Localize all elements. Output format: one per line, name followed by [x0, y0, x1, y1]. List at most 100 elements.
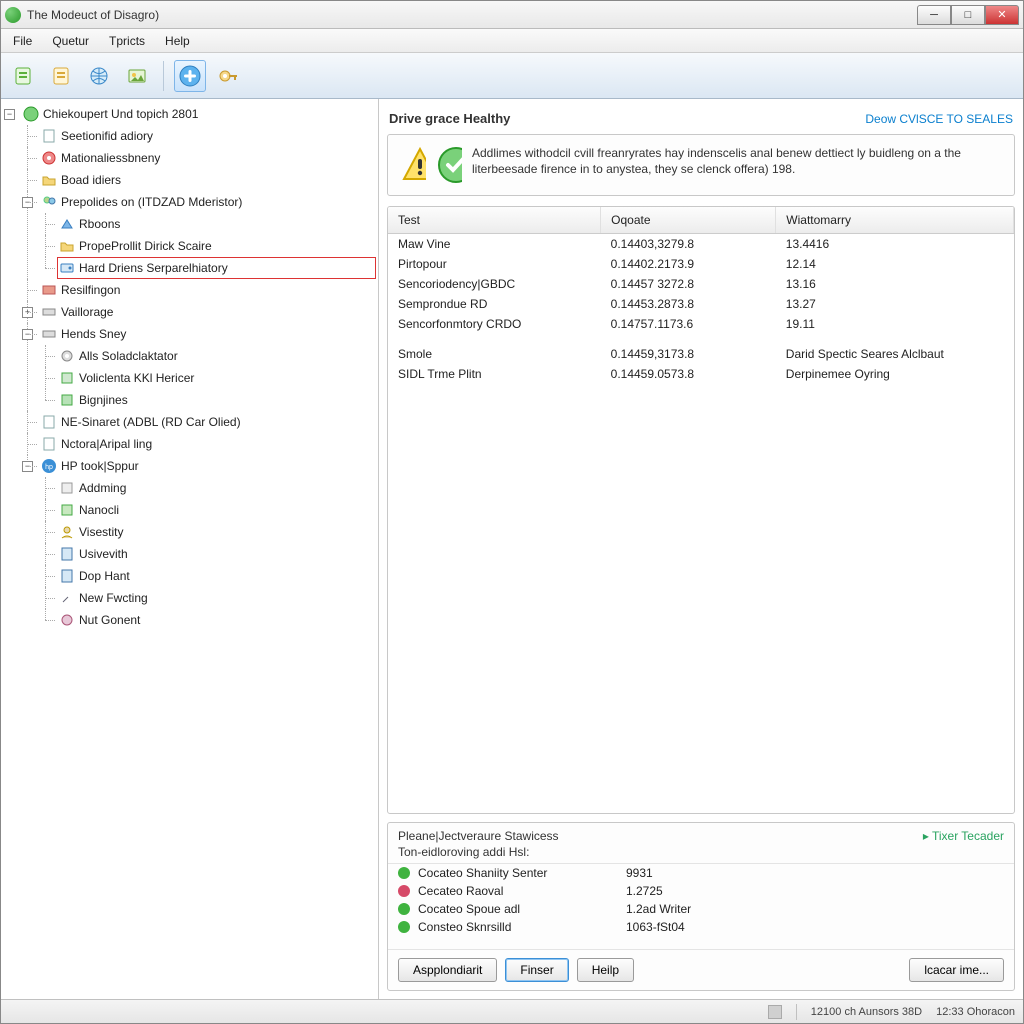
tree-label: Hard Driens Serparelhiatory [79, 257, 228, 279]
menu-quetur[interactable]: Quetur [42, 31, 99, 51]
toolbar-btn-key[interactable] [212, 60, 244, 92]
table-row[interactable]: Pirtopour0.14402.2173.912.14 [388, 254, 1014, 274]
page-icon [41, 128, 57, 144]
expander-icon[interactable]: − [22, 197, 33, 208]
tree-item[interactable]: PropeProllit Dirick Scaire [57, 235, 376, 257]
expander-icon[interactable]: + [22, 307, 33, 318]
app-icon [5, 7, 21, 23]
tree-item[interactable]: Visestity [57, 521, 376, 543]
tree-label: PropeProllit Dirick Scaire [79, 235, 212, 257]
tree-item[interactable]: NE-Sinaret (ADBL (RD Car Olied) [39, 411, 376, 433]
col-test[interactable]: Test [388, 207, 601, 234]
page-icon [41, 436, 57, 452]
table-row[interactable]: Maw Vine0.14403,3279.813.4416 [388, 234, 1014, 255]
tree-item-selected[interactable]: Hard Driens Serparelhiatory [57, 257, 376, 279]
tree-item[interactable]: Voliclenta KKl Hericer [57, 367, 376, 389]
minimize-button[interactable]: ─ [917, 5, 951, 25]
toolbar-btn-3[interactable] [83, 60, 115, 92]
tree-item[interactable]: Usivevith [57, 543, 376, 565]
toolbar-btn-2[interactable] [45, 60, 77, 92]
col-wiattomarry[interactable]: Wiattomarry [776, 207, 1014, 234]
results-table[interactable]: Test Oqoate Wiattomarry Maw Vine0.14403,… [387, 206, 1015, 814]
tree-item[interactable]: Rboons [57, 213, 376, 235]
tree-label: Addming [79, 477, 126, 499]
tree-item[interactable]: Bignjines [57, 389, 376, 411]
tree-item[interactable]: Alls Soladclaktator [57, 345, 376, 367]
doc-blue-icon [59, 568, 75, 584]
menu-help[interactable]: Help [155, 31, 200, 51]
col-oqoate[interactable]: Oqoate [601, 207, 776, 234]
toolbar-btn-4[interactable] [121, 60, 153, 92]
service-row[interactable]: Cocateo Shaniity Senter9931 [388, 864, 1014, 882]
tree-item[interactable]: Resilfingon [39, 279, 376, 301]
tree-label: Usivevith [79, 543, 128, 565]
table-row[interactable]: SIDL Trme Plitn0.14459.0573.8Derpinemee … [388, 364, 1014, 384]
table-row[interactable]: Semprondue RD0.14453.2873.813.27 [388, 294, 1014, 314]
finser-button[interactable]: Finser [505, 958, 568, 982]
green-box-icon [59, 392, 75, 408]
apply-button[interactable]: Aspplondiarit [398, 958, 497, 982]
tree-item[interactable]: hpHP took|Sppur [39, 455, 376, 477]
close-button[interactable]: ✕ [985, 5, 1019, 25]
drive-gray-icon [41, 326, 57, 342]
maximize-button[interactable]: □ [951, 5, 985, 25]
services-list[interactable]: Cocateo Shaniity Senter9931Cecateo Raova… [388, 863, 1014, 949]
service-row[interactable]: Consteo Sknrsilld1063-fSt04 [388, 918, 1014, 936]
tree-item[interactable]: Addming [57, 477, 376, 499]
tree-root[interactable]: Chiekoupert Und topich 2801 [21, 103, 376, 125]
tree-item[interactable]: Nctora|Aripal ling [39, 433, 376, 455]
tree-item[interactable]: Nanocli [57, 499, 376, 521]
titlebar: The Modeuct of Disagro) ─ □ ✕ [1, 1, 1023, 29]
tree-label: Dop Hant [79, 565, 130, 587]
panel-link[interactable]: Deow CVlSCE TO SEALES [865, 112, 1013, 126]
gear-color-icon [59, 612, 75, 628]
tree-item[interactable]: Nut Gonent [57, 609, 376, 631]
toolbar [1, 53, 1023, 99]
red-box-icon [41, 282, 57, 298]
picture-icon [126, 65, 148, 87]
tree-item[interactable]: Seetionifid adiory [39, 125, 376, 147]
help-button[interactable]: Heilp [577, 958, 634, 982]
globe-icon [88, 65, 110, 87]
table-row[interactable]: Sencoriodency|GBDC0.14457 3272.813.16 [388, 274, 1014, 294]
doc-green-icon [12, 65, 34, 87]
tree-label: Prepolides on (ITDZAD Mderistor) [61, 191, 242, 213]
toolbar-btn-1[interactable] [7, 60, 39, 92]
table-row[interactable]: Sencorfonmtory CRDO0.14757.1173.619.11 [388, 314, 1014, 334]
tree-label: Chiekoupert Und topich 2801 [43, 103, 198, 125]
toolbar-btn-add[interactable] [174, 60, 206, 92]
tree-item[interactable]: Hends Sney [39, 323, 376, 345]
tree-item[interactable]: Dop Hant [57, 565, 376, 587]
expander-icon[interactable]: − [22, 329, 33, 340]
status-mid: 12100 ch Aunsors 38D [811, 1006, 922, 1018]
service-row[interactable]: Cecateo Raoval1.2725 [388, 882, 1014, 900]
tree-label: HP took|Sppur [61, 455, 139, 477]
menu-tpricts[interactable]: Tpricts [99, 31, 155, 51]
expander-icon[interactable]: − [22, 461, 33, 472]
service-row[interactable]: Cocateo Spoue adl1.2ad Writer [388, 900, 1014, 918]
plus-icon [178, 64, 202, 88]
tree-label: Vaillorage [61, 301, 113, 323]
check-icon [436, 145, 462, 185]
tree-item[interactable]: Mationaliessbneny [39, 147, 376, 169]
tree-label: Nctora|Aripal ling [61, 433, 152, 455]
gear-red-icon [41, 150, 57, 166]
content-pane: Drive grace Healthy Deow CVlSCE TO SEALE… [379, 99, 1023, 999]
tree-item[interactable]: Prepolides on (ITDZAD Mderistor) [39, 191, 376, 213]
wrench-icon [59, 590, 75, 606]
gear-icon [59, 348, 75, 364]
arrow-icon [59, 216, 75, 232]
tree-item[interactable]: New Fwcting [57, 587, 376, 609]
table-row[interactable]: Smole0.14459,3173.8Darid Spectic Seares … [388, 344, 1014, 364]
chip-green-icon [59, 502, 75, 518]
services-link[interactable]: Tixer Tecader [923, 829, 1004, 843]
page-icon [41, 414, 57, 430]
tree-pane[interactable]: − Chiekoupert Und topich 2801 Seetionifi… [1, 99, 379, 999]
tree-item[interactable]: Boad idiers [39, 169, 376, 191]
menu-file[interactable]: File [3, 31, 42, 51]
warning-icon [400, 145, 426, 185]
expander-icon[interactable]: − [4, 109, 15, 120]
tree-item[interactable]: Vaillorage [39, 301, 376, 323]
lcacar-button[interactable]: lcacar ime... [909, 958, 1004, 982]
tree-label: Rboons [79, 213, 120, 235]
